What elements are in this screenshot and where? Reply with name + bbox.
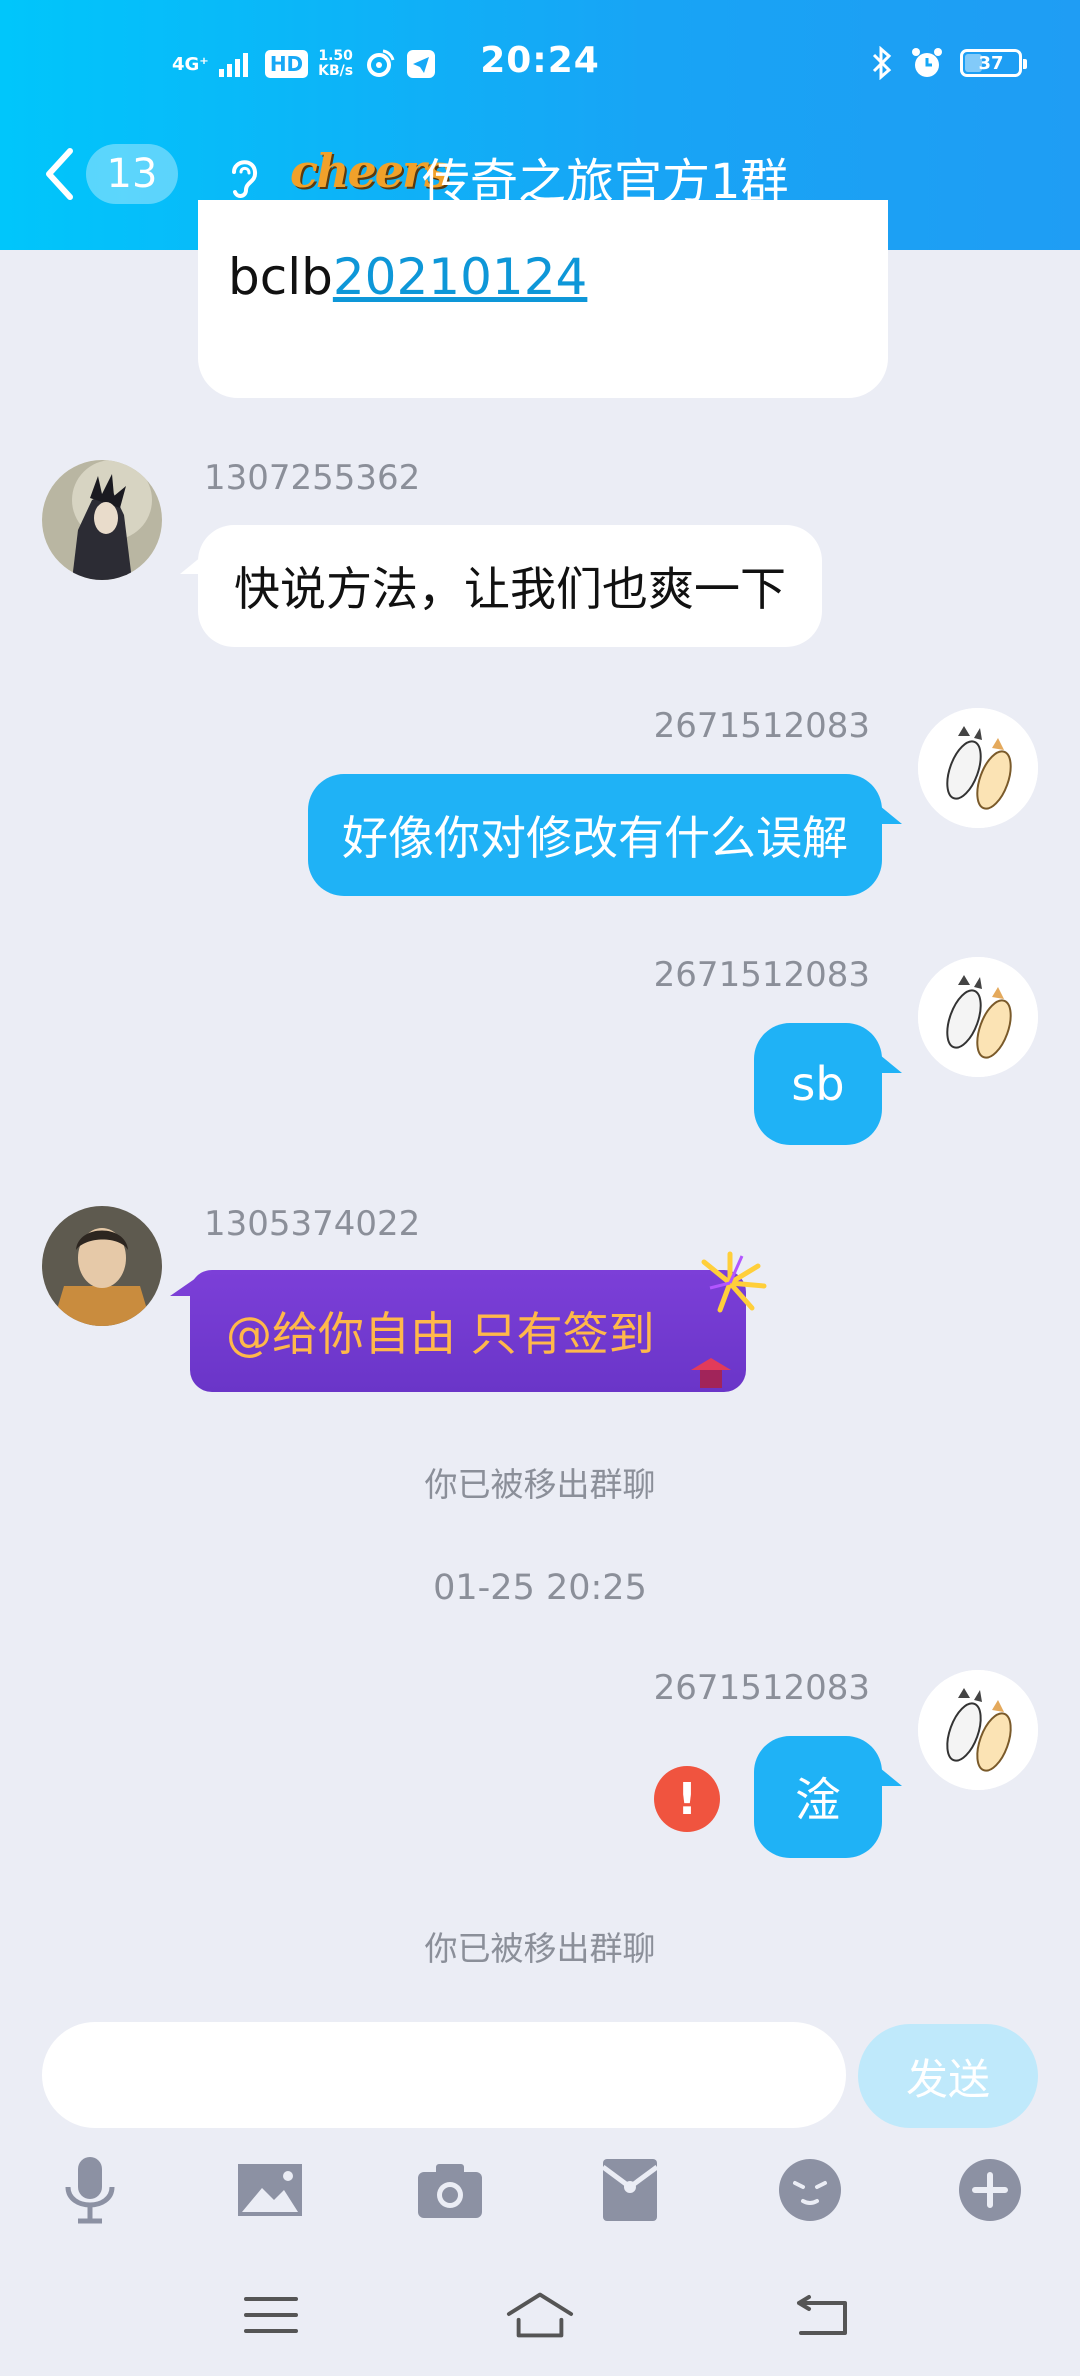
send-button[interactable]: 发送 (858, 2024, 1038, 2128)
back-nav-icon[interactable] (788, 2280, 858, 2350)
message-bubble[interactable]: sb (754, 1023, 882, 1145)
bluetooth-icon (872, 46, 892, 80)
earpiece-mode-icon[interactable] (222, 152, 266, 202)
avatar[interactable] (42, 460, 162, 580)
sender-name: 2671512083 (653, 1668, 870, 1708)
message-text: 淦 (795, 1773, 841, 1827)
battery-icon: 37 (960, 49, 1027, 77)
lantern-decoration-icon (691, 1358, 731, 1388)
microphone-icon[interactable] (50, 2150, 130, 2230)
home-icon[interactable] (505, 2280, 575, 2350)
sender-name: 1305374022 (204, 1204, 421, 1244)
message-input[interactable] (42, 2022, 846, 2128)
sender-name: 2671512083 (653, 706, 870, 746)
avatar[interactable] (42, 1206, 162, 1326)
system-message: 你已被移出群聊 (424, 1929, 656, 1968)
sender-name: 2671512083 (653, 955, 870, 995)
message-text: sb (791, 1057, 845, 1111)
menu-icon[interactable] (236, 2280, 306, 2350)
camera-icon[interactable] (410, 2150, 490, 2230)
avatar-image (918, 1670, 1038, 1790)
emoji-icon[interactable] (770, 2150, 850, 2230)
unread-count-badge: 13 (86, 144, 178, 204)
plus-icon[interactable] (950, 2150, 1030, 2230)
avatar-image (42, 460, 162, 580)
message-text: 快说方法，让我们也爽一下 (234, 562, 786, 616)
avatar-image (918, 708, 1038, 828)
firework-decoration-icon (701, 1251, 767, 1313)
avatar-image (42, 1206, 162, 1326)
status-right: 37 (870, 46, 1027, 80)
sender-name: 1307255362 (204, 458, 421, 498)
message-text: 好像你对修改有什么误解 (342, 811, 848, 865)
timestamp: 01-25 20:25 (433, 1568, 647, 1608)
message-text: @给你自由 只有签到 (226, 1307, 655, 1361)
message-bubble[interactable]: 快说方法，让我们也爽一下 (198, 525, 822, 647)
message-bubble[interactable]: bclb20210124 (198, 200, 888, 398)
avatar[interactable] (918, 957, 1038, 1077)
image-icon[interactable] (230, 2150, 310, 2230)
message-bubble-themed[interactable]: @给你自由 只有签到 (190, 1270, 746, 1392)
message-text: bclb (228, 248, 333, 306)
system-message: 你已被移出群聊 (424, 1465, 656, 1504)
message-link[interactable]: 20210124 (333, 248, 588, 306)
battery-level: 37 (978, 52, 1004, 74)
avatar-image (918, 957, 1038, 1077)
back-button[interactable]: 13 (44, 144, 192, 204)
send-failed-icon[interactable]: ! (654, 1766, 720, 1832)
red-packet-icon[interactable] (590, 2150, 670, 2230)
chevron-left-icon (46, 148, 73, 200)
alarm-icon (912, 48, 942, 77)
message-bubble[interactable]: 好像你对修改有什么误解 (308, 774, 882, 896)
avatar[interactable] (918, 1670, 1038, 1790)
status-bar: 4G⁺ HD 1.50 KB/s 20:24 37 (0, 40, 1080, 92)
avatar[interactable] (918, 708, 1038, 828)
message-bubble[interactable]: 淦 (754, 1736, 882, 1858)
